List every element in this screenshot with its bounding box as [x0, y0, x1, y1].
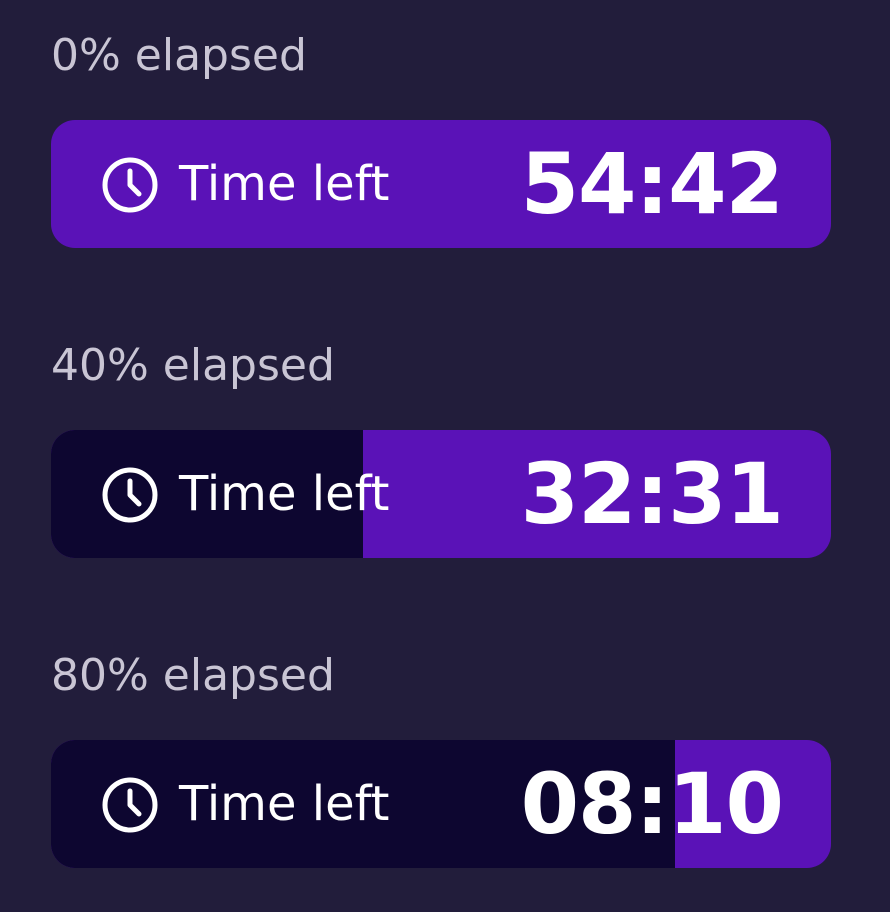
clock-icon: [100, 775, 160, 835]
timer-block-0: 0% elapsed Time left 54:42: [51, 28, 831, 248]
time-left-label: Time left: [179, 156, 390, 212]
time-remaining: 32:31: [520, 445, 784, 543]
timer-caption: 0% elapsed: [51, 30, 307, 81]
clock-icon: [100, 155, 160, 215]
timer-content: Time left 08:10: [51, 740, 831, 868]
timer-block-1: 40% elapsed Time left 32:31: [51, 338, 831, 558]
timer-bar: Time left 32:31: [51, 430, 831, 558]
time-left-label: Time left: [179, 776, 390, 832]
time-remaining: 08:10: [520, 755, 784, 853]
timer-caption: 80% elapsed: [51, 650, 335, 701]
timer-bar: Time left 08:10: [51, 740, 831, 868]
clock-icon: [100, 465, 160, 525]
timer-content: Time left 54:42: [51, 120, 831, 248]
timer-content: Time left 32:31: [51, 430, 831, 558]
time-left-label: Time left: [179, 466, 390, 522]
timer-bar: Time left 54:42: [51, 120, 831, 248]
timer-caption: 40% elapsed: [51, 340, 335, 391]
time-remaining: 54:42: [520, 135, 784, 233]
timer-block-2: 80% elapsed Time left 08:10: [51, 648, 831, 868]
